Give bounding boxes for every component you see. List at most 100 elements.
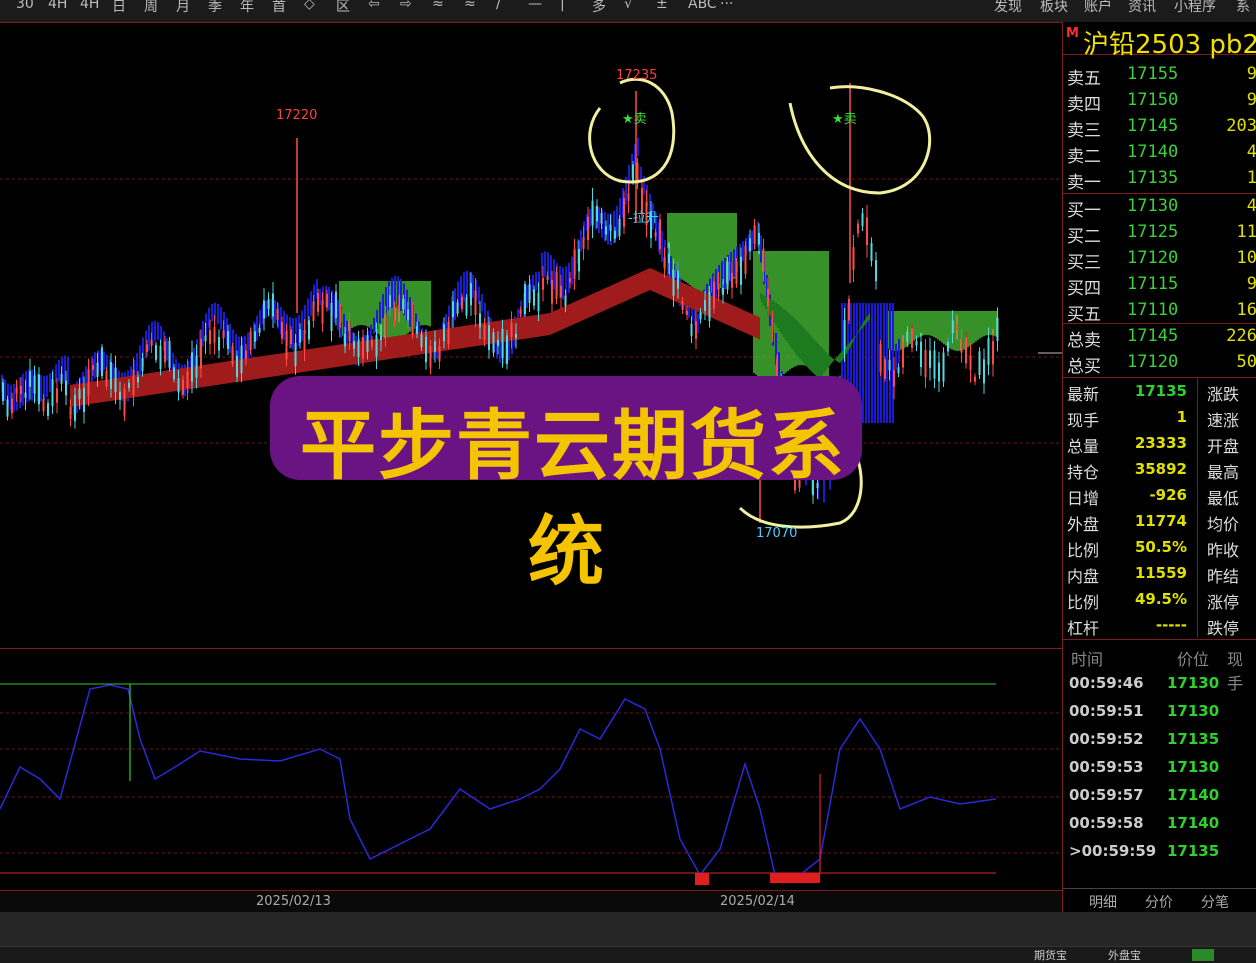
tick-price: 17130 [1167, 674, 1220, 692]
toolbar-nav-item[interactable]: 资讯 [1128, 0, 1156, 16]
toolbar-button[interactable]: 多 [592, 0, 606, 16]
ask-row[interactable]: 卖二 17140 4 [1063, 140, 1256, 167]
tab-price[interactable]: 分价 [1145, 892, 1173, 912]
futures-button[interactable]: 期货宝 [1034, 947, 1067, 963]
quote-row: 比例 49.5% 涨停 [1063, 586, 1256, 612]
tick-row[interactable]: 00:59:46 17130 [1063, 670, 1256, 698]
level-label: 买三 [1067, 253, 1101, 273]
quote-panel: M 沪铅2503 pb2 时间 价位 现手 明细 分价 分笔 卖五 17155 9 卖… [1062, 22, 1256, 912]
low-label: 17070 [756, 526, 798, 541]
toolbar-button[interactable]: ± [656, 0, 668, 12]
ask-row[interactable]: 卖五 17155 9 [1063, 62, 1256, 89]
level-label: 总买 [1067, 357, 1101, 377]
quote-value: ----- [1155, 616, 1187, 634]
ask-row[interactable]: 卖四 17150 9 [1063, 88, 1256, 115]
quote-value: 49.5% [1134, 590, 1187, 608]
quote-value: 23333 [1134, 434, 1187, 452]
toolbar-button[interactable]: 周 [144, 0, 158, 16]
toolbar-button[interactable]: 区 [336, 0, 350, 16]
bid-row[interactable]: 买三 17120 10 [1063, 246, 1256, 273]
ask-row[interactable]: 卖三 17145 203 [1063, 114, 1256, 141]
total-row[interactable]: 总买 17120 50 [1063, 350, 1256, 377]
tick-row[interactable]: 00:59:51 17130 [1063, 698, 1256, 726]
bid-row[interactable]: 买一 17130 4 [1063, 194, 1256, 221]
tick-time: 00:59:52 [1069, 730, 1144, 748]
toolbar-nav-item[interactable]: 小程序 [1174, 0, 1216, 16]
tick-row[interactable]: >00:59:59 17135 [1063, 838, 1256, 866]
toolbar-button[interactable]: 首 [272, 0, 286, 16]
toolbar-nav-item[interactable]: 发现 [994, 0, 1022, 16]
toolbar-button[interactable]: — [528, 0, 542, 12]
ticks-header: 时间 价位 现手 [1063, 642, 1256, 693]
level-label: 卖二 [1067, 147, 1101, 167]
tick-row[interactable]: 00:59:57 17140 [1063, 782, 1256, 810]
toolbar-button[interactable]: 季 [208, 0, 222, 16]
toolbar-button[interactable]: ≈ [432, 0, 444, 12]
toolbar-nav-item[interactable]: 账户 [1084, 0, 1112, 16]
level-label: 卖三 [1067, 121, 1101, 141]
toolbar-button[interactable]: ≈ [464, 0, 476, 12]
tick-time: 00:59:53 [1069, 758, 1144, 776]
toolbar-button[interactable]: ⇨ [400, 0, 412, 12]
toolbar-nav-item[interactable]: 板块 [1040, 0, 1068, 16]
toolbar-button[interactable]: ⇦ [368, 0, 380, 12]
toolbar-button[interactable]: 4H [48, 0, 67, 12]
quote-value: 11559 [1134, 564, 1187, 582]
toolbar-button[interactable]: 年 [240, 0, 254, 16]
level-price: 17115 [1127, 274, 1179, 294]
level-price: 17125 [1127, 222, 1179, 242]
level-volume: 4 [1246, 196, 1256, 216]
tick-row[interactable]: 00:59:52 17135 [1063, 726, 1256, 754]
bid-row[interactable]: 买四 17115 9 [1063, 272, 1256, 299]
level-price: 17110 [1127, 300, 1179, 320]
foreign-button[interactable]: 外盘宝 [1108, 947, 1141, 963]
tab-tick[interactable]: 分笔 [1201, 892, 1229, 912]
quote-row: 杠杆 ----- 跌停 [1063, 612, 1256, 638]
total-row[interactable]: 总卖 17145 226 [1063, 324, 1256, 351]
level-label: 卖四 [1067, 95, 1101, 115]
bid-row[interactable]: 买二 17125 11 [1063, 220, 1256, 247]
quote-label: 现手 [1067, 411, 1100, 430]
level-price: 17150 [1127, 90, 1179, 110]
promo-banner-text-2: 统 [528, 507, 604, 596]
oscillator-chart[interactable] [0, 648, 1062, 891]
quote-label-2: 最低 [1207, 489, 1240, 508]
toolbar-button[interactable]: | [560, 0, 565, 12]
ask-row[interactable]: 卖一 17135 1 [1063, 166, 1256, 193]
level-price: 17145 [1127, 326, 1179, 346]
toolbar-button[interactable]: ABC [688, 0, 717, 12]
toolbar: 30 4H 4H 日 周 月 季 年 首 ◇ 区 ⇦ ⇨ ≈ ≈ / — | 多 √ ± ABC ··· 发现 板块 账户 资讯 小程… [0, 0, 1256, 23]
quote-value: 17135 [1134, 382, 1187, 400]
level-volume: 11 [1236, 222, 1256, 242]
toolbar-button[interactable]: √ [624, 0, 633, 12]
toolbar-button[interactable]: 4H [80, 0, 99, 12]
level-volume: 10 [1236, 248, 1256, 268]
quote-label-2: 跌停 [1207, 619, 1240, 638]
tab-detail[interactable]: 明细 [1089, 892, 1117, 912]
ticks-header-time: 时间 [1071, 650, 1104, 669]
tick-row[interactable]: 00:59:53 17130 [1063, 754, 1256, 782]
toolbar-button[interactable]: / [496, 0, 501, 12]
quote-label: 最新 [1067, 385, 1100, 404]
toolbar-button[interactable]: ··· [720, 0, 733, 12]
level-price: 17120 [1127, 352, 1179, 372]
bid-row[interactable]: 买五 17110 16 [1063, 298, 1256, 325]
toolbar-button[interactable]: ◇ [304, 0, 315, 12]
quote-label-2: 涨停 [1207, 593, 1240, 612]
toolbar-nav-item[interactable]: 系 [1236, 0, 1250, 16]
level-volume: 9 [1246, 274, 1256, 294]
quote-row: 现手 1 速涨 [1063, 404, 1256, 430]
level-label: 买四 [1067, 279, 1101, 299]
tick-price: 17130 [1167, 758, 1220, 776]
toolbar-button[interactable]: 30 [16, 0, 34, 12]
market-marker: M [1066, 26, 1079, 41]
tick-price: 17130 [1167, 702, 1220, 720]
tick-row[interactable]: 00:59:58 17140 [1063, 810, 1256, 838]
symbol-header[interactable]: M 沪铅2503 pb2 [1063, 22, 1256, 60]
quote-label-2: 开盘 [1207, 437, 1240, 456]
toolbar-button[interactable]: 月 [176, 0, 190, 16]
quote-row: 外盘 11774 均价 [1063, 508, 1256, 534]
level-label: 买二 [1067, 227, 1101, 247]
high-label-2: 17235 [616, 68, 658, 83]
toolbar-button[interactable]: 日 [112, 0, 126, 16]
